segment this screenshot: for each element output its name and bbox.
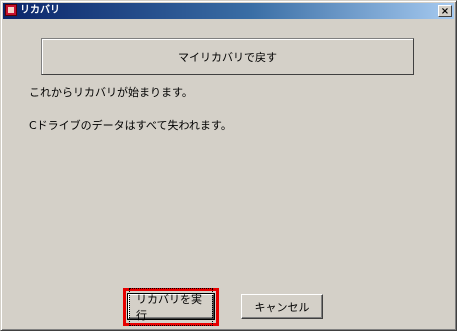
title-bar[interactable]: リカバリ ×: [3, 3, 454, 19]
data-loss-warning: Cドライブのデータはすべて失われます。: [29, 119, 232, 132]
my-recovery-restore-button[interactable]: マイリカバリで戻す: [41, 38, 414, 75]
recovery-dialog: リカバリ × マイリカバリで戻す これからリカバリが始まります。 Cドライブのデ…: [0, 0, 457, 331]
app-icon: [5, 4, 17, 16]
run-recovery-label: リカバリを実行: [129, 287, 213, 326]
run-recovery-button[interactable]: リカバリを実行: [127, 287, 215, 326]
window-title: リカバリ: [20, 5, 60, 16]
cancel-button[interactable]: キャンセル: [241, 294, 323, 319]
cancel-label: キャンセル: [254, 300, 310, 314]
my-recovery-restore-label: マイリカバリで戻す: [178, 50, 277, 64]
close-button[interactable]: ×: [438, 5, 452, 17]
recovery-start-message: これからリカバリが始まります。: [29, 86, 193, 99]
